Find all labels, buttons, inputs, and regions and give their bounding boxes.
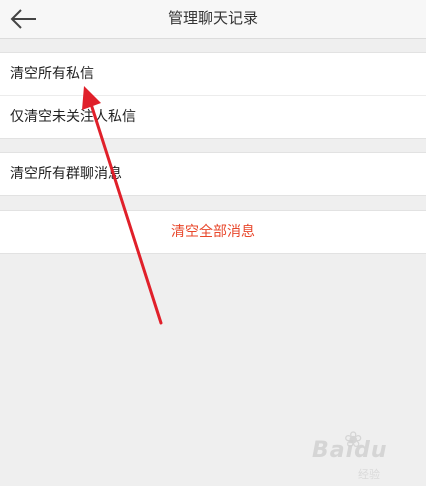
clear-unfollowed-private-messages-item[interactable]: 仅清空未关注人私信	[0, 95, 426, 138]
settings-group-private: 清空所有私信 仅清空未关注人私信	[0, 52, 426, 139]
clear-all-group-messages-item[interactable]: 清空所有群聊消息	[0, 153, 426, 195]
settings-group-clear-all: 清空全部消息	[0, 210, 426, 254]
settings-group-group-chat: 清空所有群聊消息	[0, 152, 426, 196]
page-title: 管理聊天记录	[167, 9, 258, 27]
paw-icon: ❀	[344, 428, 363, 453]
top-bar: 管理聊天记录	[0, 0, 426, 39]
watermark-sub: 经验	[358, 468, 380, 481]
clear-all-messages-button[interactable]: 清空全部消息	[0, 211, 426, 253]
baidu-watermark: ❀ Baidu 经验	[312, 428, 424, 482]
watermark-brand: Baidu	[312, 438, 388, 463]
clear-all-private-messages-item[interactable]: 清空所有私信	[0, 53, 426, 95]
